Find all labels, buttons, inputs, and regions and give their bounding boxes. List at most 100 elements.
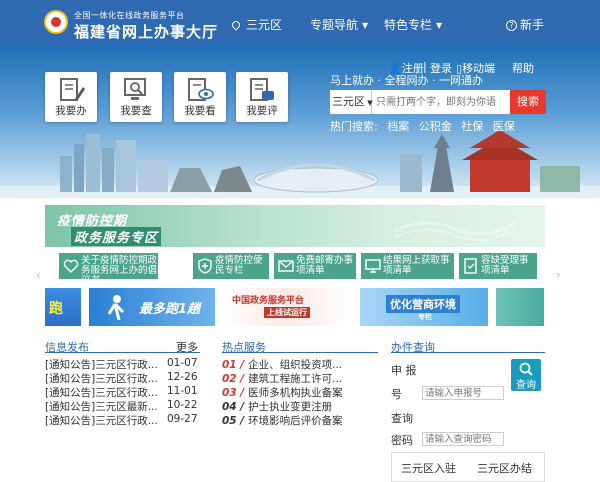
hot-services-divider [222, 352, 378, 353]
epidemic-service-column[interactable]: 疫情防控便民专栏 [193, 253, 269, 279]
search-box: 三元区 ▼ 搜索 [330, 90, 546, 114]
ad-banner-run[interactable]: 跑 [45, 288, 81, 326]
epidemic-service-label: 结果网上获取事项清单 [383, 255, 450, 276]
quick-btn-handle[interactable]: 我要办 [45, 72, 97, 122]
hot-keyword[interactable]: 医保 [493, 120, 515, 133]
ad-gov-platform-line2: 上线试运行 [264, 307, 310, 318]
hot-service-text: 护士执业变更注册 [248, 401, 333, 413]
decorative-wave-image [395, 221, 515, 241]
info-item-title: [通知公告]三元区最新... [45, 401, 158, 413]
hot-service-number: 04 / [222, 401, 245, 413]
special-column-menu[interactable]: 特色专栏 ▼ [384, 16, 442, 33]
hot-search-label: 热门搜索: [330, 120, 378, 133]
epidemic-service-label: 容缺受理事项清单 [481, 255, 529, 276]
quick-btn-label: 我要办 [55, 105, 87, 117]
region-selector[interactable]: 三元区 [230, 16, 283, 33]
search-input[interactable] [376, 93, 506, 111]
epidemic-service-tolerance[interactable]: 容缺受理事项清单 [459, 253, 537, 279]
epidemic-subtitle: 政务服务专区 [71, 227, 162, 246]
info-divider [45, 352, 200, 353]
hot-service-text: 企业、组织投资项... [248, 359, 343, 371]
hot-service-item[interactable]: 01 /企业、组织投资项... [222, 357, 382, 372]
logo-subtitle: 全国一体化在线政务服务平台 [74, 11, 185, 20]
info-item-title: [通知公告]三元区行政... [45, 373, 158, 385]
ad-banner-business-env[interactable]: 优化营商环境 专栏 [360, 288, 488, 326]
hot-service-text: 建筑工程施工许可... [248, 373, 343, 385]
epidemic-service-online-result[interactable]: 结果网上获取事项清单 [361, 253, 454, 279]
query-password-label-1: 查询 [391, 412, 413, 425]
hot-service-number: 02 / [222, 373, 245, 385]
carousel-prev-arrow[interactable]: ‹ [36, 268, 41, 282]
hot-service-number: 03 / [222, 387, 245, 399]
doc-check-icon [464, 258, 477, 274]
chevron-down-icon: ▼ [362, 21, 369, 30]
chevron-down-icon: ▼ [436, 21, 443, 30]
info-item-title: [通知公告]三元区行政... [45, 387, 158, 399]
ad-business-env-text: 优化营商环境 [386, 295, 460, 313]
epidemic-zone-banner[interactable]: 疫情防控期 政务服务专区 [45, 205, 545, 247]
epidemic-service-mail[interactable]: 免费邮寄办事项清单 [274, 253, 356, 279]
info-item-date: 11-01 [167, 385, 198, 397]
search-button[interactable]: 搜索 [510, 90, 546, 114]
hot-service-item[interactable]: 03 /医师多机构执业备案 [222, 385, 382, 400]
topic-nav-menu[interactable]: 专题导航 ▼ [310, 16, 368, 33]
hot-service-number: 05 / [222, 415, 245, 427]
hot-search: 热门搜索: 档案 公积金 社保 医保 [330, 118, 521, 134]
apply-number-label-2: 号 [391, 388, 402, 401]
region-label: 三元区 [246, 18, 283, 32]
top-nav-bar: 全国一体化在线政务服务平台 福建省网上办事大厅 三元区 专题导航 ▼ 特色专栏 ▼ … [0, 0, 600, 46]
query-password-input[interactable] [422, 432, 504, 446]
ad-banner-max-one-trip[interactable]: 最多跑1趟 [89, 288, 215, 326]
monitor-icon [365, 259, 381, 273]
logo-title: 福建省网上办事大厅 [74, 23, 219, 41]
epidemic-service-label: 疫情防控便民专栏 [215, 255, 263, 276]
hot-service-item[interactable]: 05 /环境影响后评价备案 [222, 413, 382, 428]
quick-btn-view[interactable]: 我要看 [174, 72, 226, 122]
info-item-date: 09-27 [167, 413, 198, 425]
epidemic-service-label: 关于疫情防控期政务服务网上办的倡议书 [81, 255, 158, 280]
quick-btn-query[interactable]: 我要查 [110, 72, 162, 122]
hot-service-item[interactable]: 02 /建筑工程施工许可... [222, 371, 382, 386]
info-item-date: 01-07 [167, 357, 198, 369]
search-icon [519, 362, 533, 376]
heart-icon [63, 259, 79, 273]
search-region-select[interactable]: 三元区 ▼ [330, 90, 373, 114]
shield-plus-icon [198, 258, 212, 274]
chevron-down-icon: ▼ [365, 99, 373, 107]
epidemic-service-label: 免费邮寄办事项清单 [296, 255, 354, 276]
running-figure-icon [107, 295, 125, 320]
info-item-date: 12-26 [167, 371, 198, 383]
ad-banner-partial[interactable] [496, 288, 544, 326]
question-icon: ? [506, 20, 517, 31]
hot-keyword[interactable]: 公积金 [419, 120, 452, 133]
hot-keyword[interactable]: 档案 [387, 120, 409, 133]
tab-completed[interactable]: 三元区办结 [477, 460, 532, 476]
quick-btn-label: 我要查 [120, 105, 152, 117]
pen-doc-icon [60, 78, 85, 101]
hot-service-number: 01 / [222, 359, 245, 371]
help-link[interactable]: 帮助 [512, 60, 534, 76]
query-button-label: 查询 [516, 380, 536, 391]
info-item-title: [通知公告]三元区行政... [45, 415, 158, 427]
national-emblem-icon [44, 10, 68, 34]
hot-service-text: 环境影响后评价备案 [248, 415, 343, 427]
quick-btn-rate[interactable]: 我要评 [236, 72, 288, 122]
eye-doc-icon [188, 78, 214, 101]
apply-number-label: 申 报 [391, 364, 417, 377]
query-button[interactable]: 查询 [511, 359, 541, 391]
hot-keyword[interactable]: 社保 [461, 120, 483, 133]
info-item-title: [通知公告]三元区行政... [45, 359, 158, 371]
ad-max-one-trip-text: 最多跑1趟 [139, 302, 201, 317]
tab-settled[interactable]: 三元区入驻 [401, 460, 456, 476]
epidemic-service-initiative[interactable]: 关于疫情防控期政务服务网上办的倡议书 [59, 253, 158, 279]
site-logo[interactable]: 全国一体化在线政务服务平台 福建省网上办事大厅 [44, 8, 244, 41]
search-region-label: 三元区 [332, 95, 365, 108]
newbie-guide-link[interactable]: ? 新手 [506, 16, 544, 33]
apply-number-input[interactable] [422, 386, 504, 400]
carousel-next-arrow[interactable]: › [556, 268, 561, 282]
special-column-label: 特色专栏 [384, 18, 433, 32]
hero-banner: 我要办 我要查 我要看 我要评 👤注册 | 登录 ▯移动端 帮助 马上就办 · … [0, 46, 600, 198]
edit-doc-icon [250, 78, 274, 101]
ad-banner-gov-platform[interactable]: 中国政务服务平台 上线试运行 [224, 288, 350, 326]
hot-service-item[interactable]: 04 /护士执业变更注册 [222, 399, 382, 414]
